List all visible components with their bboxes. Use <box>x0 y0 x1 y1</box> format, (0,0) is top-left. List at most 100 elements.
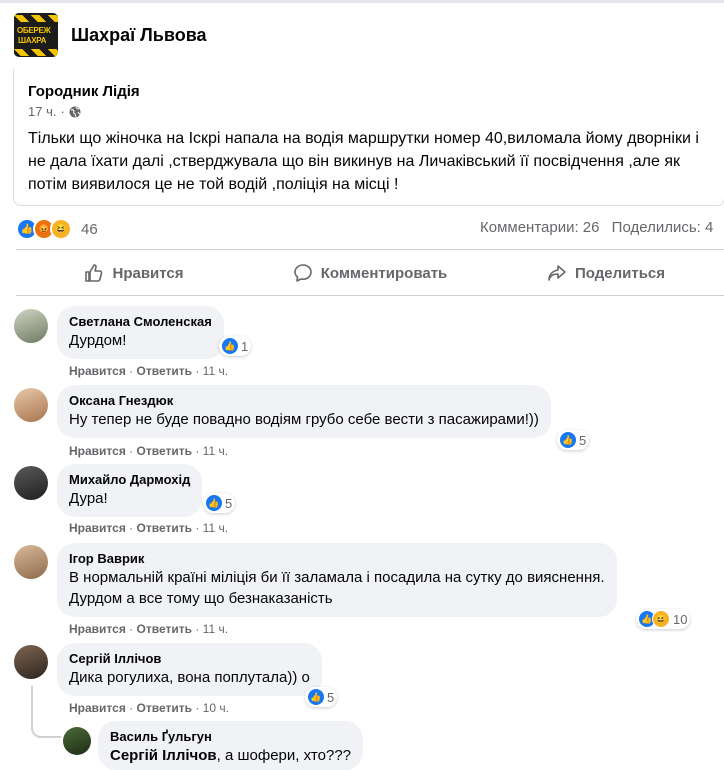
avatar[interactable] <box>14 645 48 679</box>
logo-text-top: ОБЕРЕЖ <box>17 26 51 35</box>
comment-reactions[interactable]: 👍 5 <box>203 493 236 513</box>
comment-reply-link[interactable]: Ответить <box>137 364 192 378</box>
shares-count[interactable]: Поделились: 4 <box>612 219 714 236</box>
avatar[interactable] <box>14 309 48 343</box>
group-name[interactable]: Шахраї Львова <box>71 25 207 46</box>
comment-bubble: Михайло Дармохід Дура! <box>57 464 203 517</box>
post-actions: Нравится Комментировать Поделиться <box>16 255 724 291</box>
comment-bubble: Оксана Гнездюк Ну тепер не буде повадно … <box>57 385 551 438</box>
logo-stripe-top <box>14 15 58 22</box>
comment-button[interactable]: Комментировать <box>252 255 488 291</box>
comment-bubble: Ігор Ваврик В нормальній країні міліція … <box>57 543 617 617</box>
comment-like-link[interactable]: Нравится <box>69 444 126 458</box>
comment-reaction-count: 10 <box>673 611 688 627</box>
comment-author[interactable]: Михайло Дармохід <box>69 472 190 488</box>
comment-reply-link[interactable]: Ответить <box>137 701 192 715</box>
comment-reply-link[interactable]: Ответить <box>137 622 192 636</box>
comment-text: Дика рогулиха, вона поплутала)) о <box>69 669 310 686</box>
comment-like-link[interactable]: Нравится <box>69 364 126 378</box>
haha-reaction-icon: 😆 <box>50 218 72 240</box>
comment-reactions[interactable]: 👍 5 <box>557 430 590 450</box>
comment-reaction-count: 5 <box>225 495 233 511</box>
top-border <box>0 0 724 3</box>
comment-bubble: Сергій Іллічов Дика рогулиха, вона поплу… <box>57 643 322 696</box>
comment-like-link[interactable]: Нравится <box>69 701 126 715</box>
comment-actions: Нравится · Ответить · 11 ч. <box>69 444 228 458</box>
comment-author[interactable]: Оксана Гнездюк <box>69 393 539 409</box>
like-button[interactable]: Нравится <box>16 255 252 291</box>
sep: · <box>129 521 134 535</box>
comment-button-label: Комментировать <box>320 264 448 282</box>
comment-text: Ну тепер не буде повадно водіям грубо се… <box>69 411 539 428</box>
post-text: Тільки що жіночка на Іскрі напала на вод… <box>28 130 699 193</box>
comment-author[interactable]: Сергій Іллічов <box>69 651 310 667</box>
comment-reaction-count: 5 <box>327 689 335 705</box>
comment-reactions[interactable]: 👍 5 <box>305 687 338 707</box>
comment-actions: Нравится · Ответить · 11 ч. <box>69 622 228 636</box>
avatar[interactable] <box>14 466 48 500</box>
reaction-summary[interactable]: 👍 😡 😆 46 <box>16 218 98 240</box>
reply-thread-line <box>31 686 61 738</box>
comment-time[interactable]: 11 ч. <box>203 444 228 458</box>
comment-like-link[interactable]: Нравится <box>69 521 126 535</box>
comment-reply-link[interactable]: Ответить <box>137 444 192 458</box>
sep: · <box>195 364 200 378</box>
comment-reactions[interactable]: 👍 😆 10 <box>636 609 691 629</box>
like-button-label: Нравится <box>112 264 184 282</box>
comments-count[interactable]: Комментарии: 26 <box>480 219 600 236</box>
comment-time[interactable]: 11 ч. <box>203 622 228 636</box>
like-reaction-icon: 👍 <box>206 495 222 511</box>
comment-actions: Нравится · Ответить · 11 ч. <box>69 521 228 535</box>
logo-text-bottom: ШАХРА <box>18 36 47 45</box>
reply-text-body: , а шофери, хто??? <box>216 747 352 764</box>
comment-text: В нормальній країні міліція би її залама… <box>69 569 605 586</box>
like-reaction-icon: 👍 <box>308 689 324 705</box>
comment-like-link[interactable]: Нравится <box>69 622 126 636</box>
comment-time[interactable]: 11 ч. <box>203 364 228 378</box>
group-logo[interactable]: ОБЕРЕЖ ШАХРА <box>14 13 58 57</box>
thumbs-up-icon <box>85 264 103 282</box>
sep: · <box>195 444 200 458</box>
comment-reaction-count: 1 <box>241 338 249 354</box>
comment-author[interactable]: Светлана Смоленская <box>69 314 212 330</box>
post-stats: Комментарии: 26 Поделились: 4 <box>480 219 713 236</box>
share-button-label: Поделиться <box>574 264 666 282</box>
like-reaction-icon: 👍 <box>560 432 576 448</box>
share-icon <box>548 265 566 281</box>
reply-text: Сергій Іллічов, а шофери, хто??? <box>110 745 351 766</box>
reaction-count: 46 <box>81 220 98 238</box>
reply-author[interactable]: Василь Ґульгун <box>110 729 351 745</box>
comment-text-line2: Дурдом а все тому що безнаказаність <box>69 590 333 607</box>
avatar[interactable] <box>14 388 48 422</box>
share-button[interactable]: Поделиться <box>488 255 724 291</box>
sep: · <box>195 701 200 715</box>
comment-text: Дурдом! <box>69 332 127 349</box>
divider-bottom <box>16 295 724 296</box>
comment-reactions[interactable]: 👍 1 <box>219 336 252 356</box>
like-reaction-icon: 👍 <box>222 338 238 354</box>
reply-bubble: Василь Ґульгун Сергій Іллічов, а шофери,… <box>98 721 364 770</box>
reply-mention[interactable]: Сергій Іллічов <box>110 747 217 764</box>
logo-stripe-bottom <box>14 49 58 56</box>
sep: · <box>129 701 134 715</box>
comment-time[interactable]: 11 ч. <box>203 521 228 535</box>
avatar[interactable] <box>14 545 48 579</box>
globe-icon <box>69 106 81 117</box>
comment-time[interactable]: 10 ч. <box>203 701 229 715</box>
group-header: ОБЕРЕЖ ШАХРА Шахраї Львова <box>14 13 207 57</box>
sep: · <box>195 622 200 636</box>
post-meta: 17 ч. · <box>28 104 81 119</box>
comment-actions: Нравится · Ответить · 11 ч. <box>69 364 228 378</box>
sep: · <box>129 622 134 636</box>
comment-actions: Нравится · Ответить · 10 ч. <box>69 701 229 715</box>
post-time[interactable]: 17 ч. <box>28 104 56 119</box>
comment-bubble: Светлана Смоленская Дурдом! <box>57 306 224 359</box>
haha-reaction-icon: 😆 <box>652 610 670 628</box>
sep: · <box>129 444 134 458</box>
comment-reply-link[interactable]: Ответить <box>137 521 192 535</box>
avatar[interactable] <box>63 727 91 755</box>
divider-top <box>16 249 724 250</box>
comment-author[interactable]: Ігор Ваврик <box>69 551 605 567</box>
post-author[interactable]: Городник Лідія <box>28 83 140 100</box>
comment-text: Дура! <box>69 490 108 507</box>
